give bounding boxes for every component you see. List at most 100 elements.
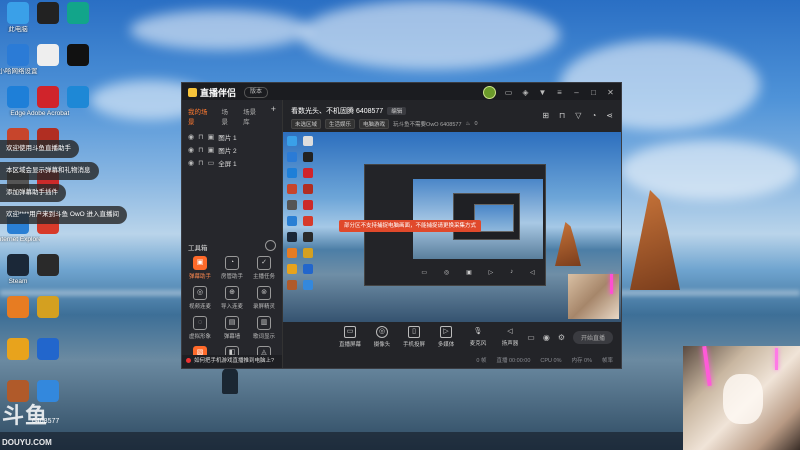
toolbox-item[interactable]: ▣ 弹幕助手	[184, 256, 216, 280]
help-tip[interactable]: 如何把手机游戏直播推到电脑上?	[182, 355, 282, 368]
maximize-icon[interactable]: □	[589, 88, 598, 97]
mini-desktop-icon	[303, 216, 313, 226]
shirt-icon[interactable]: ▽	[575, 111, 581, 120]
tab-scenes[interactable]: 场景	[221, 106, 233, 126]
toolbox-item[interactable]: ◎ 视频连麦	[184, 286, 216, 310]
speaker-icon: ◁	[507, 328, 513, 335]
title-bar[interactable]: 直播伴侣 版本 ▭ ◈ ▼ ≡ – □ ✕	[182, 83, 621, 100]
desktop-shortcut[interactable]	[26, 296, 70, 320]
minimize-icon[interactable]: –	[572, 88, 581, 97]
mini-desktop-icon	[303, 200, 313, 210]
fire-icon: ♨	[465, 121, 471, 127]
scene-item[interactable]: ◉ ⊓ ▭ 全屏 1	[182, 156, 282, 169]
view-icon[interactable]: ◉	[543, 333, 550, 342]
light-streak	[702, 346, 712, 387]
user-avatar[interactable]	[483, 86, 496, 99]
lock-icon[interactable]: ⊓	[198, 159, 203, 167]
close-icon[interactable]: ✕	[606, 88, 615, 97]
speaker-button[interactable]: ◁ 扬声器	[499, 327, 521, 347]
desktop-shortcut[interactable]	[56, 2, 100, 26]
gift-box-icon[interactable]: ⊞	[542, 111, 549, 120]
camera-icon: ◎	[376, 326, 388, 338]
version-badge[interactable]: 版本	[244, 87, 269, 98]
nested-control-icon: ▣	[466, 269, 472, 276]
monitor-icon: ▭	[207, 159, 215, 167]
taskbar[interactable]	[0, 432, 800, 450]
tool-icon: ◌	[193, 316, 207, 330]
toolbox-item[interactable]: ⊕ 导入连麦	[216, 286, 248, 310]
status-item: 帧率	[601, 358, 613, 364]
toolbox-item[interactable]: ⊚ 录屏精灵	[248, 286, 280, 310]
microphone-button[interactable]: 🎙 麦克风	[467, 327, 489, 347]
screen-capture-button[interactable]: ▭ 直播屏幕	[339, 326, 361, 348]
toolbox-item[interactable]: ▤ 弹幕墙	[216, 316, 248, 340]
tab-my-scenes[interactable]: 我的场景	[188, 106, 211, 126]
mini-desktop-icon	[303, 152, 313, 162]
tool-label: 导入连麦	[220, 304, 243, 310]
lock-icon[interactable]: ⊓	[559, 111, 565, 120]
camera-button[interactable]: ◎ 摄像头	[371, 326, 393, 348]
desktop-shortcut[interactable]	[26, 254, 70, 278]
toolbox-item[interactable]: ▥ 歌词显示	[248, 316, 280, 340]
eye-icon[interactable]: ◉	[188, 146, 194, 154]
tool-label: 弹幕墙	[223, 334, 241, 340]
tool-icon: ⊕	[225, 286, 239, 300]
app-icon	[37, 254, 59, 276]
edit-title-button[interactable]: 编辑	[387, 107, 407, 115]
settings-icon[interactable]: ⚙	[558, 333, 565, 342]
shirt-icon[interactable]: ▼	[538, 88, 547, 97]
scene-item[interactable]: ◉ ⊓ ▣ 图片 1	[182, 130, 282, 143]
live-assistant-window[interactable]: 直播伴侣 版本 ▭ ◈ ▼ ≡ – □ ✕ 我的场景 场景 场景库 + ◉ ⊓ ▣ 图…	[181, 82, 622, 369]
nested-app-window-2	[453, 193, 520, 240]
toolbox-item[interactable]: ◌ 虚拟形象	[184, 316, 216, 340]
toolbox-item[interactable]: ◔ 房管助手	[216, 256, 248, 280]
heat-value: 0	[474, 121, 478, 127]
category-pill[interactable]: 未选区域	[291, 119, 322, 129]
room-title: 看数光头、不机固腾 6408577 编辑	[291, 106, 407, 116]
tool-label: 虚拟形象	[188, 334, 211, 340]
mini-desktop-icon	[287, 264, 297, 274]
start-live-button[interactable]: 开始直播	[572, 331, 613, 344]
scene-label: 图片 2	[218, 147, 237, 155]
app-icon	[67, 2, 89, 24]
toolbox-settings-icon[interactable]	[265, 240, 276, 251]
category-pill[interactable]: 生活娱乐	[325, 119, 356, 129]
desktop-shortcut[interactable]	[26, 338, 70, 362]
webcam-preview[interactable]	[568, 274, 619, 319]
cloud	[300, 0, 560, 70]
mini-desktop-icon	[287, 200, 297, 210]
tool-icon: ◎	[193, 286, 207, 300]
gift-icon[interactable]: ◈	[521, 88, 530, 97]
menu-icon[interactable]: ≡	[555, 88, 564, 97]
eye-icon[interactable]: ◉	[188, 133, 194, 141]
phone-cast-button[interactable]: ▯ 手机投屏	[403, 326, 425, 348]
scene-item[interactable]: ◉ ⊓ ▣ 图片 2	[182, 143, 282, 156]
add-scene-icon[interactable]: +	[271, 105, 276, 126]
desktop-shortcut[interactable]	[56, 44, 100, 68]
play-icon: ▷	[440, 326, 452, 338]
cat-paw	[723, 374, 763, 424]
mini-desktop-icon	[303, 232, 313, 242]
multimedia-button[interactable]: ▷ 多媒体	[435, 326, 457, 348]
app-brand: 直播伴侣	[188, 86, 236, 99]
category-pill[interactable]: 电脑游戏	[359, 119, 390, 129]
light-streak	[775, 348, 778, 370]
message-icon[interactable]: ▭	[504, 88, 513, 97]
lock-icon[interactable]: ⊓	[198, 133, 203, 141]
stream-preview[interactable]: ▭ ◎ ▣ ▷ ♪ ◁ 部分区不支持捕捉电脑画面，不能捕捉请更换采集方式	[283, 132, 621, 322]
mini-desktop-icon	[287, 152, 297, 162]
person-silhouette	[222, 368, 238, 394]
record-icon[interactable]: ▭	[527, 333, 535, 342]
bell-icon[interactable]: ◔	[591, 111, 596, 120]
tool-label: 房管助手	[220, 274, 243, 280]
tab-scene-library[interactable]: 场景库	[243, 106, 261, 126]
desktop-shortcut[interactable]	[56, 86, 100, 110]
status-item: 内存 0%	[571, 358, 592, 364]
lock-icon[interactable]: ⊓	[198, 146, 203, 154]
toolbox-title: 工具箱	[188, 245, 208, 252]
eye-icon[interactable]: ◉	[188, 159, 194, 167]
room-meta: 未选区域 生活娱乐 电脑游戏 玩斗鱼不需要OwO 6408577 ♨ 0	[291, 119, 478, 129]
share-icon[interactable]: ⋖	[606, 111, 613, 120]
nested-control-icon: ♪	[510, 269, 514, 275]
toolbox-item[interactable]: ✓ 主播任务	[248, 256, 280, 280]
